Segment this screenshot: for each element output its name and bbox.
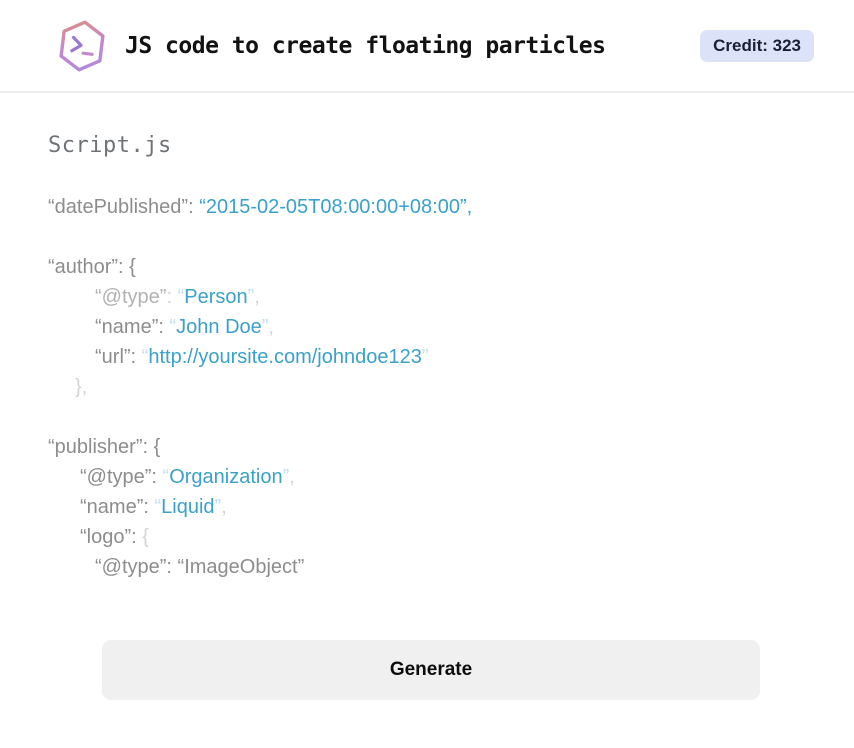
app: { "header": { "title": "JS code to creat…: [0, 0, 854, 748]
filename-heading: Script.js: [48, 133, 172, 158]
code-segment: :: [166, 286, 178, 308]
code-line: },: [48, 372, 806, 402]
code-segment: “logo”:: [80, 526, 143, 548]
code-segment: “author”: {: [48, 256, 136, 278]
code-line: “datePublished”: “2015-02-05T08:00:00+08…: [48, 192, 806, 222]
generate-button[interactable]: Generate: [102, 640, 760, 700]
code-line: “@type”: “ImageObject”: [48, 552, 806, 582]
code-line: “logo”: {: [48, 522, 806, 552]
code-line: “@type”: “Organization”,: [48, 462, 806, 492]
code-segment: “url”:: [95, 346, 142, 368]
code-segment: Organization: [169, 466, 283, 488]
code-segment: “datePublished”:: [48, 196, 200, 218]
main-content: Script.js “datePublished”: “2015-02-05T0…: [0, 133, 854, 700]
code-segment: Person: [184, 286, 248, 308]
code-segment: “2015-02-05T08:00:00+08:00”,: [199, 196, 473, 218]
code-segment: {: [142, 526, 149, 548]
code-block: “datePublished”: “2015-02-05T08:00:00+08…: [48, 192, 806, 582]
code-segment: http://yoursite.com/johndoe123: [148, 346, 422, 368]
code-segment: Liquid: [161, 496, 215, 518]
code-segment: “publisher”: {: [48, 436, 161, 458]
code-line: “name”: “John Doe”,: [48, 312, 806, 342]
header: JS code to create floating particles Cre…: [0, 0, 854, 93]
code-line: “url”: “http://yoursite.com/johndoe123”: [48, 342, 806, 372]
code-line: “author”: {: [48, 252, 806, 282]
code-segment: “name”:: [80, 496, 155, 518]
code-line: “@type”: “Person”,: [48, 282, 806, 312]
terminal-hexagon-icon: [59, 19, 105, 72]
code-segment: “@type”: “ImageObject”: [95, 556, 305, 578]
code-segment: John Doe: [176, 316, 262, 338]
code-segment: “name”:: [95, 316, 170, 338]
code-line: “publisher”: {: [48, 432, 806, 462]
code-segment: “@type”:: [80, 466, 163, 488]
code-segment: ,: [289, 466, 295, 488]
code-segment: },: [75, 376, 88, 398]
code-segment: ,: [221, 496, 227, 518]
code-line: “name”: “Liquid”,: [48, 492, 806, 522]
page-title: JS code to create floating particles: [125, 32, 606, 59]
code-segment: “@type”: [95, 286, 167, 308]
credit-badge: Credit: 323: [700, 29, 814, 62]
code-segment: ,: [254, 286, 260, 308]
code-segment: ,: [268, 316, 274, 338]
code-segment: ”: [421, 346, 429, 368]
